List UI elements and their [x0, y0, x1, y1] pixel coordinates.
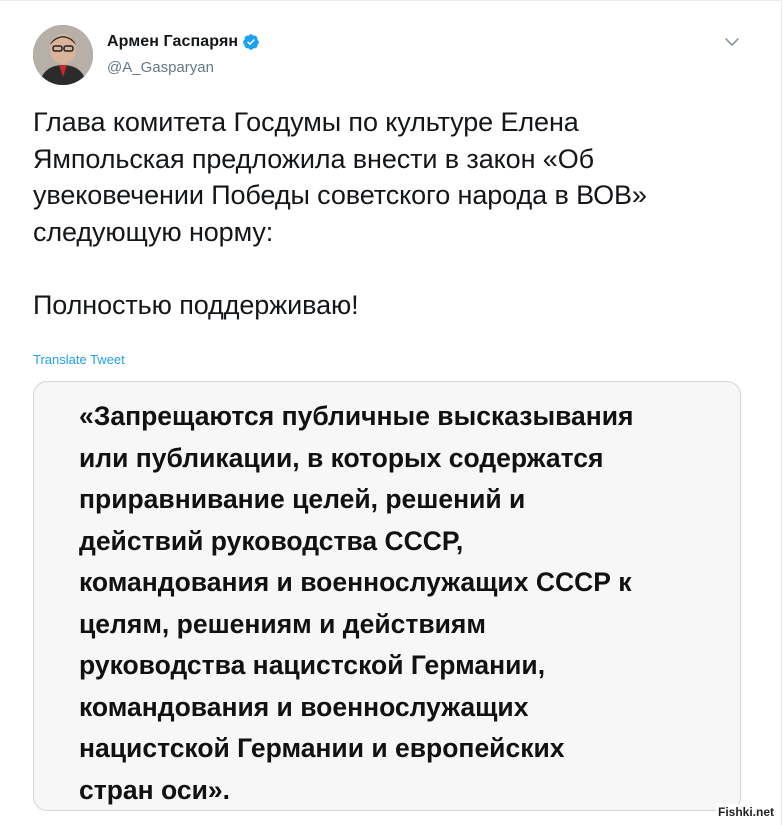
translate-tweet-link[interactable]: Translate Tweet	[33, 352, 125, 367]
media-quote-line: стран оси».	[79, 774, 230, 805]
verified-badge-icon	[242, 33, 260, 51]
chevron-down-icon[interactable]	[724, 35, 740, 49]
media-quote-line: командования и военнослужащих	[79, 691, 529, 722]
media-quote-line: целям, решениям и действиям	[79, 608, 486, 639]
media-quote-line: или публикации, в которых содержатся	[79, 442, 604, 473]
author-name-row[interactable]: Армен Гаспарян	[107, 33, 260, 51]
author-handle[interactable]: @A_Gasparyan	[107, 59, 214, 76]
media-quote-line: приравнивание целей, решений и	[79, 484, 526, 514]
media-quote-line: руководства нацистской Германии,	[79, 650, 546, 680]
watermark: Fishki.net	[716, 804, 777, 820]
tweet-card: Армен Гаспарян @A_Gasparyan Глава комите…	[0, 0, 782, 825]
display-name[interactable]: Армен Гаспарян	[107, 33, 238, 51]
tweet-closing-line: Полностью поддерживаю!	[33, 289, 359, 320]
tweet-text-line: Ямпольская предложила внести в закон «Об	[33, 143, 594, 174]
tweet-text-line: увековечении Победы советского народа в …	[33, 180, 647, 210]
tweet-media-image[interactable]: «Запрещаются публичные высказывания или …	[33, 381, 741, 811]
media-quote-line: «Запрещаются публичные высказывания	[79, 401, 634, 431]
media-quote-line: действий руководства СССР,	[79, 525, 464, 556]
tweet-text: Глава комитета Госдумы по культуре Елена…	[33, 104, 753, 323]
tweet-text-line: следующую норму:	[33, 216, 274, 247]
media-quote-line: нацистской Германии и европейских	[79, 733, 565, 763]
tweet-text-line: Глава комитета Госдумы по культуре Елена	[33, 107, 579, 137]
person-avatar-icon[interactable]	[33, 25, 93, 85]
media-quote-text: «Запрещаются публичные высказывания или …	[79, 396, 719, 810]
media-quote-line: командования и военнослужащих СССР к	[79, 567, 632, 597]
